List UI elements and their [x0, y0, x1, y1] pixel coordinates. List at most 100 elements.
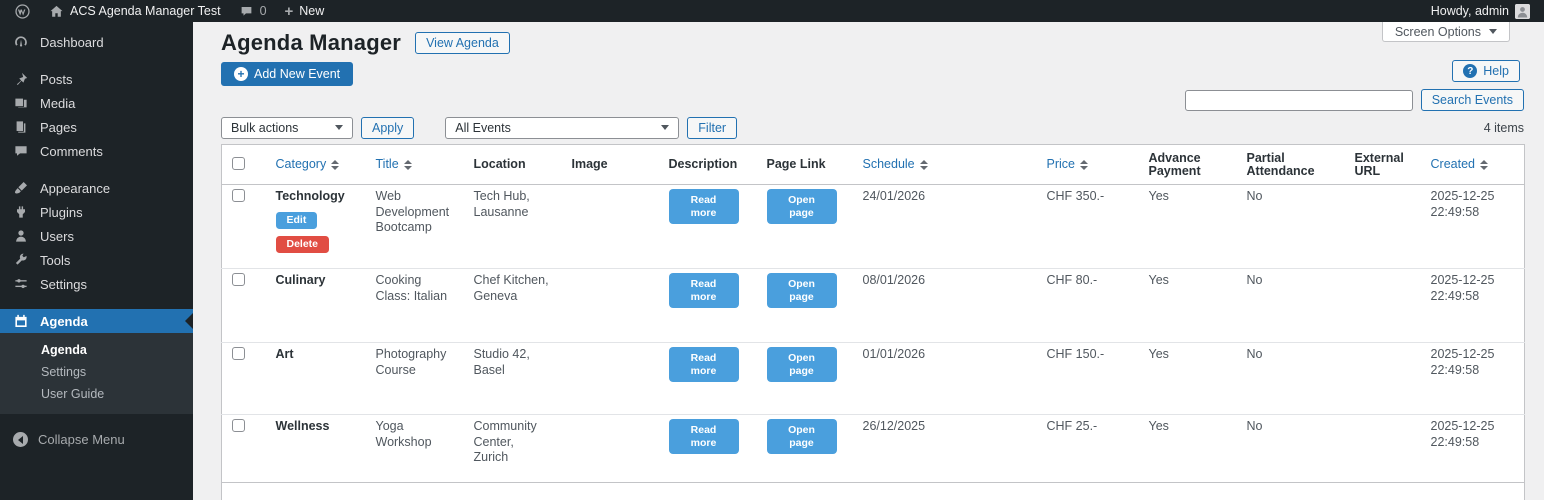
- cell-page-link: Open page: [756, 342, 853, 415]
- submenu-item-agenda[interactable]: Agenda: [0, 339, 193, 361]
- sidebar-item-media[interactable]: Media: [0, 91, 193, 115]
- read-more-button[interactable]: Read more: [668, 273, 739, 308]
- column-header-description: Description: [658, 144, 757, 185]
- edit-button[interactable]: Edit: [275, 211, 318, 229]
- column-header-description: Description: [658, 482, 757, 500]
- cell-external-url: [1344, 268, 1421, 343]
- cell-created: 2025-12-25 22:49:58: [1430, 189, 1495, 219]
- select-all-checkbox[interactable]: [232, 156, 245, 170]
- column-header-external-url: External URL: [1344, 482, 1421, 500]
- calendar-icon: [15, 314, 27, 327]
- cell-schedule: 08/01/2026: [852, 268, 1037, 343]
- new-label: New: [299, 4, 325, 18]
- view-agenda-button[interactable]: View Agenda: [415, 32, 510, 54]
- sidebar-item-dashboard[interactable]: Dashboard: [0, 30, 193, 54]
- sidebar-item-comments[interactable]: Comments: [0, 139, 193, 163]
- cell-partial-attendance: No: [1236, 414, 1345, 483]
- submenu-item-user-guide[interactable]: User Guide: [0, 383, 193, 405]
- page-title: Agenda Manager: [221, 30, 402, 55]
- cell-partial-attendance: No: [1236, 268, 1345, 343]
- sort-arrows-icon: [919, 159, 928, 170]
- read-more-button[interactable]: Read more: [668, 189, 739, 224]
- events-table: Category Title Location Image Description Pag…: [221, 144, 1525, 500]
- submenu-item-settings[interactable]: Settings: [0, 361, 193, 383]
- collapse-arrow-icon: [13, 432, 28, 447]
- open-page-button[interactable]: Open page: [766, 189, 837, 224]
- comments-menu-button[interactable]: 0: [239, 4, 267, 19]
- cell-category: Technology Edit Delete: [266, 185, 366, 269]
- main-content: Screen Options Agenda Manager View Agend…: [193, 22, 1544, 500]
- column-header-checkbox: [221, 482, 266, 500]
- open-page-button[interactable]: Open page: [766, 419, 837, 454]
- avatar: [1515, 3, 1530, 19]
- sidebar-item-pages[interactable]: Pages: [0, 115, 193, 139]
- cell-price: CHF 80.-: [1036, 268, 1139, 343]
- table-footer: CategoryTitleLocationImageDescriptionPag…: [221, 482, 1525, 500]
- read-more-button[interactable]: Read more: [668, 419, 739, 454]
- table-row: Wellness Yoga Workshop Community Center, Z…: [221, 414, 1525, 483]
- sort-link-created[interactable]: Created: [1431, 157, 1475, 171]
- toolbar: Bulk actions Apply All Events Filter 4 i…: [221, 116, 1524, 139]
- sort-link-title[interactable]: Title: [376, 157, 399, 171]
- help-button[interactable]: ? Help: [1452, 60, 1520, 82]
- sidebar-item-agenda[interactable]: Agenda: [0, 309, 193, 333]
- screen-options-button[interactable]: Screen Options: [1381, 22, 1510, 42]
- add-new-event-label: Add New Event: [254, 67, 341, 81]
- column-header-image: Image: [561, 482, 659, 500]
- pages-icon: [16, 121, 26, 133]
- sort-link-schedule[interactable]: Schedule: [863, 157, 915, 171]
- open-page-button[interactable]: Open page: [766, 273, 837, 308]
- menu-separator: [0, 163, 193, 176]
- category-value: Wellness: [275, 419, 330, 433]
- sort-link-price[interactable]: Price: [1047, 157, 1075, 171]
- row-checkbox[interactable]: [232, 189, 245, 202]
- row-checkbox[interactable]: [232, 347, 245, 360]
- cell-external-url: [1344, 342, 1421, 415]
- search-events-button[interactable]: Search Events: [1420, 89, 1524, 111]
- sidebar-item-label: Appearance: [40, 180, 111, 196]
- column-header-title: Title: [365, 144, 464, 185]
- read-more-button[interactable]: Read more: [668, 347, 739, 382]
- site-name: ACS Agenda Manager Test: [70, 4, 221, 18]
- column-header-schedule: Schedule: [852, 144, 1037, 185]
- event-filter-select[interactable]: All Events: [445, 116, 680, 139]
- delete-button[interactable]: Delete: [275, 235, 330, 253]
- add-new-event-button[interactable]: + Add New Event: [221, 62, 354, 86]
- wordpress-logo-button[interactable]: [14, 3, 31, 20]
- bulk-actions-value: Bulk actions: [231, 120, 299, 135]
- open-page-button[interactable]: Open page: [766, 347, 837, 382]
- cell-description: Read more: [658, 342, 757, 415]
- event-filter-value: All Events: [455, 120, 511, 135]
- row-checkbox[interactable]: [232, 419, 245, 432]
- account-menu-button[interactable]: Howdy, admin: [1431, 3, 1530, 19]
- sort-arrows-icon: [1079, 159, 1088, 170]
- cell-image: [561, 268, 659, 343]
- column-header-price: Price: [1036, 144, 1139, 185]
- sidebar-item-users[interactable]: Users: [0, 224, 193, 248]
- sort-link-category[interactable]: Category: [276, 157, 327, 171]
- category-value: Technology: [275, 189, 345, 203]
- row-checkbox[interactable]: [232, 273, 245, 286]
- sidebar-item-appearance[interactable]: Appearance: [0, 176, 193, 200]
- sidebar-item-posts[interactable]: Posts: [0, 67, 193, 91]
- collapse-menu-label: Collapse Menu: [38, 432, 125, 447]
- cell-page-link: Open page: [756, 268, 853, 343]
- new-content-button[interactable]: + New: [285, 4, 325, 19]
- sidebar-item-plugins[interactable]: Plugins: [0, 200, 193, 224]
- screen-options-label: Screen Options: [1394, 24, 1481, 39]
- site-menu-button[interactable]: ACS Agenda Manager Test: [49, 4, 221, 19]
- category-value: Art: [275, 347, 294, 361]
- bulk-actions-select[interactable]: Bulk actions: [221, 116, 353, 139]
- collapse-menu-button[interactable]: Collapse Menu: [0, 427, 193, 452]
- comment-icon: [15, 146, 27, 156]
- admin-bar-left: ACS Agenda Manager Test 0 + New: [14, 3, 324, 20]
- sidebar-item-tools[interactable]: Tools: [0, 248, 193, 272]
- sidebar-item-settings[interactable]: Settings: [0, 272, 193, 296]
- comments-count: 0: [259, 4, 267, 18]
- apply-button[interactable]: Apply: [361, 116, 415, 139]
- sidebar-item-label: Comments: [40, 143, 103, 159]
- sidebar-item-label: Posts: [40, 71, 73, 87]
- filter-button[interactable]: Filter: [687, 116, 738, 139]
- column-header-location: Location: [463, 144, 562, 185]
- search-input[interactable]: [1184, 89, 1413, 111]
